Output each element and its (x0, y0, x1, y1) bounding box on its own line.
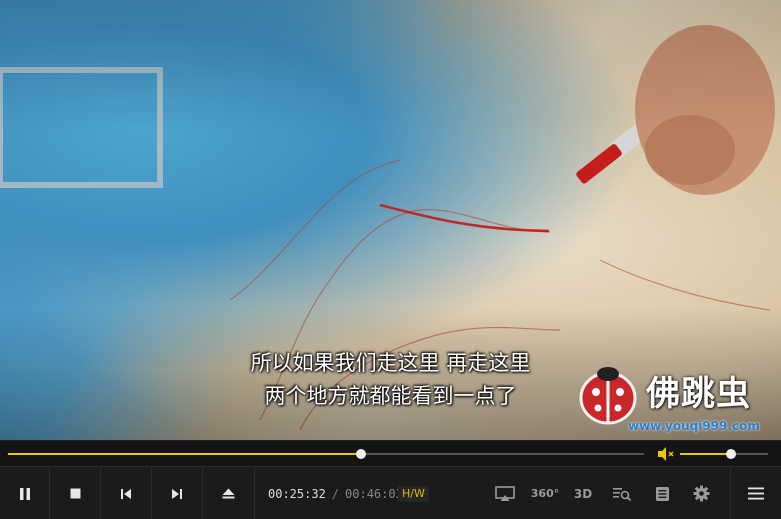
cast-button[interactable] (492, 467, 518, 519)
time-separator: / (331, 486, 340, 501)
eject-button[interactable] (203, 467, 255, 519)
stereo-3d-button[interactable]: 3D (570, 467, 596, 519)
playlist-search-icon (613, 487, 632, 501)
cast-icon (495, 485, 515, 501)
volume-level (680, 453, 732, 455)
volume-handle[interactable] (726, 449, 737, 459)
chapters-button[interactable] (649, 467, 675, 519)
vr360-label: 360° (530, 487, 560, 500)
video-frame[interactable]: 所以如果我们走这里 再走这里 两个地方就都能看到一点了 佛跳虫 www.youq… (0, 0, 781, 440)
skip-next-icon (172, 488, 182, 499)
pause-button[interactable] (0, 467, 50, 519)
chapters-icon (655, 486, 669, 501)
seek-bar[interactable] (8, 449, 644, 459)
watermark-name: 佛跳虫 (646, 374, 751, 414)
time-display: 00:25:32 / 00:46:03 (268, 467, 403, 519)
previous-button[interactable] (101, 467, 152, 519)
pause-icon (19, 487, 30, 500)
settings-button[interactable] (688, 467, 714, 519)
skip-previous-icon (121, 488, 131, 499)
playlist-search-button[interactable] (609, 467, 635, 519)
seek-bar-row (0, 440, 781, 466)
stop-button[interactable] (50, 467, 101, 519)
video-player: 所以如果我们走这里 再走这里 两个地方就都能看到一点了 佛跳虫 www.youq… (0, 0, 781, 519)
stop-icon (70, 488, 80, 499)
hardware-decoder-badge[interactable]: H/W (398, 486, 429, 502)
gear-icon (693, 485, 709, 502)
volume-slider[interactable] (680, 449, 768, 459)
vr360-button[interactable]: 360° (530, 467, 560, 519)
total-duration: 00:46:03 (345, 486, 403, 501)
seek-bar-progress (8, 453, 361, 455)
watermark-url: www.youqi999.com (628, 419, 760, 433)
seek-bar-handle[interactable] (355, 449, 366, 459)
control-bar: 00:25:32 / 00:46:03 H/W 360° 3D (0, 466, 781, 519)
hamburger-menu-icon (748, 487, 764, 500)
stereo-3d-label: 3D (573, 486, 593, 501)
volume-icon[interactable] (656, 446, 676, 462)
main-menu-button[interactable] (730, 467, 781, 519)
eject-icon (222, 488, 235, 499)
current-time: 00:25:32 (268, 486, 326, 501)
next-button[interactable] (152, 467, 203, 519)
